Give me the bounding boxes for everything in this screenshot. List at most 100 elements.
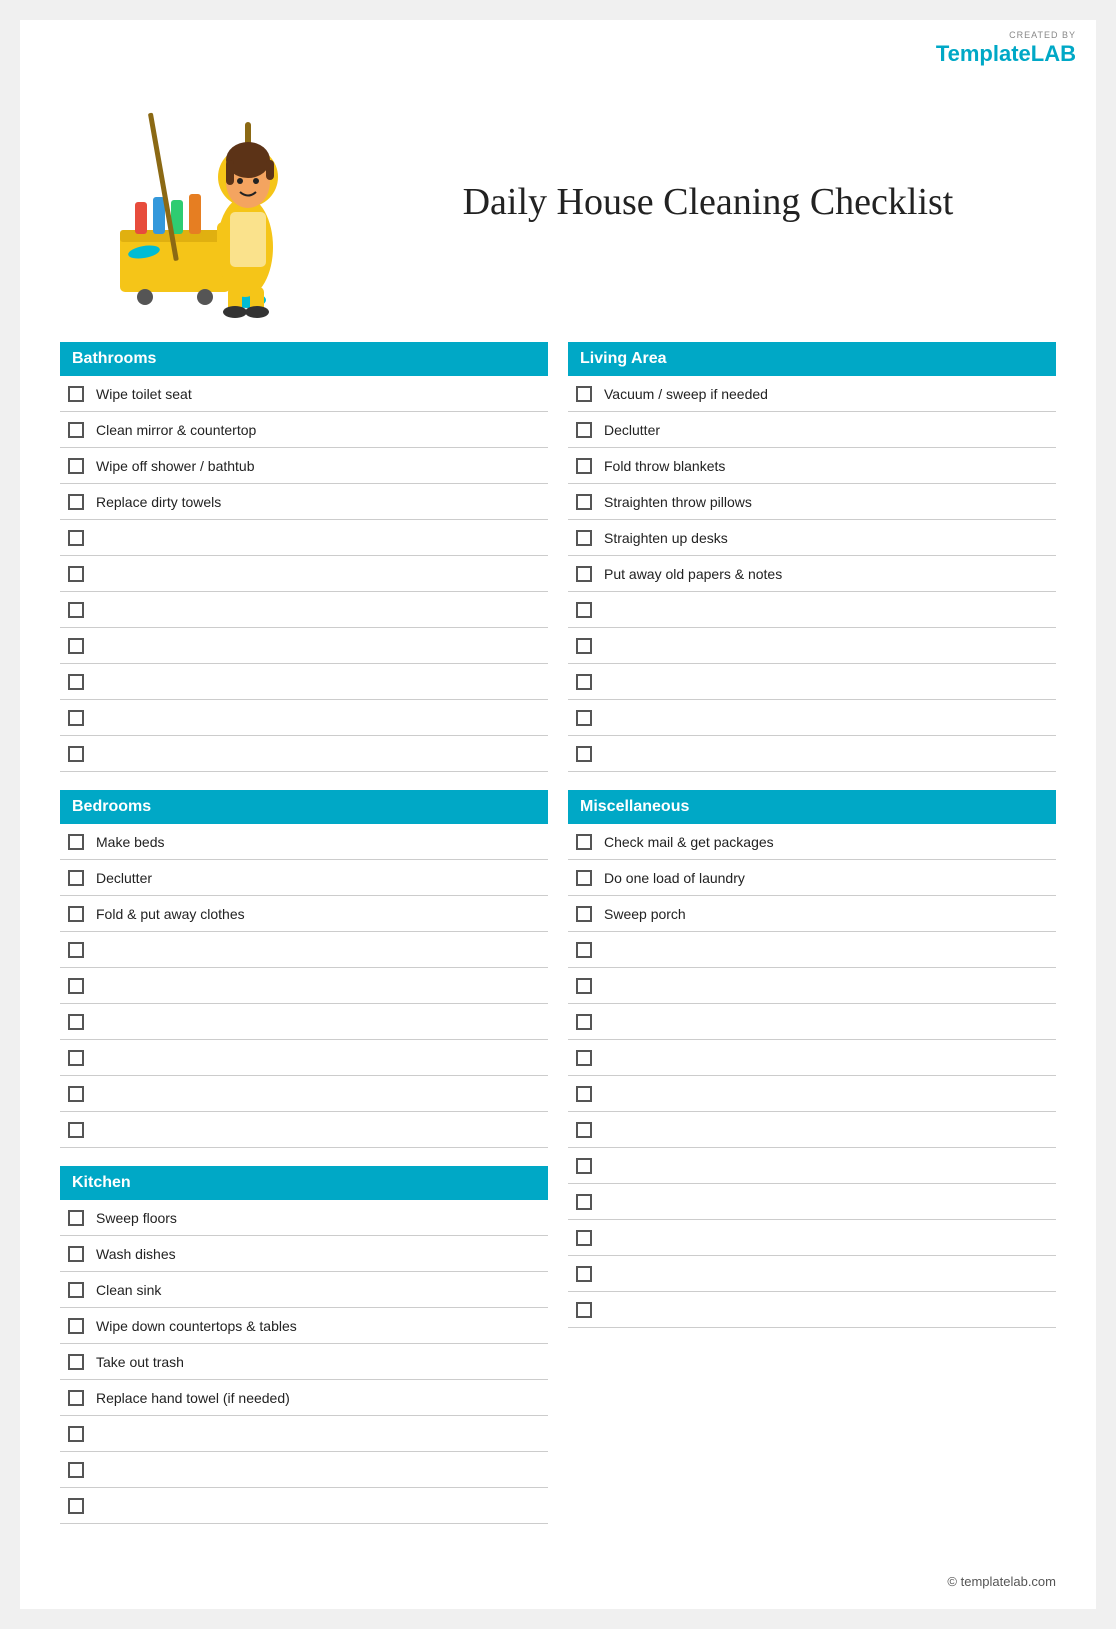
list-item[interactable]: Sweep porch bbox=[568, 896, 1056, 932]
list-item[interactable] bbox=[568, 1040, 1056, 1076]
list-item[interactable] bbox=[60, 628, 548, 664]
list-item[interactable]: Check mail & get packages bbox=[568, 824, 1056, 860]
list-item[interactable] bbox=[568, 1148, 1056, 1184]
checkbox[interactable] bbox=[68, 1210, 84, 1226]
checkbox[interactable] bbox=[68, 674, 84, 690]
list-item[interactable] bbox=[60, 1076, 548, 1112]
checkbox[interactable] bbox=[68, 746, 84, 762]
checkbox[interactable] bbox=[68, 386, 84, 402]
checkbox[interactable] bbox=[576, 1086, 592, 1102]
checkbox[interactable] bbox=[576, 1014, 592, 1030]
checkbox[interactable] bbox=[576, 746, 592, 762]
list-item[interactable] bbox=[568, 968, 1056, 1004]
checkbox[interactable] bbox=[68, 942, 84, 958]
checkbox[interactable] bbox=[576, 674, 592, 690]
list-item[interactable]: Vacuum / sweep if needed bbox=[568, 376, 1056, 412]
list-item[interactable] bbox=[568, 628, 1056, 664]
list-item[interactable] bbox=[60, 592, 548, 628]
checkbox[interactable] bbox=[68, 870, 84, 886]
checkbox[interactable] bbox=[68, 1014, 84, 1030]
checkbox[interactable] bbox=[68, 422, 84, 438]
list-item[interactable] bbox=[568, 932, 1056, 968]
list-item[interactable]: Wipe down countertops & tables bbox=[60, 1308, 548, 1344]
list-item[interactable] bbox=[568, 592, 1056, 628]
list-item[interactable]: Sweep floors bbox=[60, 1200, 548, 1236]
list-item[interactable] bbox=[60, 556, 548, 592]
checkbox[interactable] bbox=[68, 1354, 84, 1370]
checkbox[interactable] bbox=[576, 494, 592, 510]
checkbox[interactable] bbox=[68, 1390, 84, 1406]
checkbox[interactable] bbox=[576, 834, 592, 850]
checkbox[interactable] bbox=[68, 978, 84, 994]
list-item[interactable] bbox=[568, 1292, 1056, 1328]
checkbox[interactable] bbox=[576, 978, 592, 994]
checkbox[interactable] bbox=[68, 1282, 84, 1298]
checkbox[interactable] bbox=[68, 1246, 84, 1262]
list-item[interactable] bbox=[60, 1040, 548, 1076]
list-item[interactable]: Declutter bbox=[60, 860, 548, 896]
list-item[interactable] bbox=[568, 1256, 1056, 1292]
list-item[interactable]: Clean mirror & countertop bbox=[60, 412, 548, 448]
checkbox[interactable] bbox=[68, 494, 84, 510]
checkbox[interactable] bbox=[68, 1086, 84, 1102]
list-item[interactable]: Straighten throw pillows bbox=[568, 484, 1056, 520]
list-item[interactable] bbox=[60, 736, 548, 772]
list-item[interactable]: Fold & put away clothes bbox=[60, 896, 548, 932]
checkbox[interactable] bbox=[576, 1122, 592, 1138]
checkbox[interactable] bbox=[68, 1462, 84, 1478]
list-item[interactable]: Put away old papers & notes bbox=[568, 556, 1056, 592]
list-item[interactable] bbox=[568, 700, 1056, 736]
list-item[interactable] bbox=[568, 1184, 1056, 1220]
list-item[interactable]: Replace dirty towels bbox=[60, 484, 548, 520]
list-item[interactable]: Do one load of laundry bbox=[568, 860, 1056, 896]
list-item[interactable]: Wash dishes bbox=[60, 1236, 548, 1272]
checkbox[interactable] bbox=[576, 942, 592, 958]
list-item[interactable]: Wipe off shower / bathtub bbox=[60, 448, 548, 484]
checkbox[interactable] bbox=[576, 906, 592, 922]
checkbox[interactable] bbox=[68, 1498, 84, 1514]
checkbox[interactable] bbox=[576, 1230, 592, 1246]
checkbox[interactable] bbox=[68, 1122, 84, 1138]
checkbox[interactable] bbox=[576, 422, 592, 438]
list-item[interactable] bbox=[60, 664, 548, 700]
checkbox[interactable] bbox=[68, 1426, 84, 1442]
list-item[interactable] bbox=[60, 520, 548, 556]
checkbox[interactable] bbox=[68, 638, 84, 654]
checkbox[interactable] bbox=[576, 710, 592, 726]
list-item[interactable]: Make beds bbox=[60, 824, 548, 860]
checkbox[interactable] bbox=[576, 602, 592, 618]
checkbox[interactable] bbox=[576, 1302, 592, 1318]
checkbox[interactable] bbox=[68, 530, 84, 546]
checkbox[interactable] bbox=[576, 386, 592, 402]
checkbox[interactable] bbox=[68, 906, 84, 922]
list-item[interactable] bbox=[568, 1112, 1056, 1148]
list-item[interactable] bbox=[568, 1076, 1056, 1112]
checkbox[interactable] bbox=[576, 638, 592, 654]
checkbox[interactable] bbox=[68, 566, 84, 582]
checkbox[interactable] bbox=[576, 1158, 592, 1174]
list-item[interactable]: Fold throw blankets bbox=[568, 448, 1056, 484]
checkbox[interactable] bbox=[576, 458, 592, 474]
list-item[interactable] bbox=[60, 1112, 548, 1148]
checkbox[interactable] bbox=[68, 458, 84, 474]
checkbox[interactable] bbox=[68, 710, 84, 726]
checkbox[interactable] bbox=[576, 566, 592, 582]
checkbox[interactable] bbox=[576, 530, 592, 546]
list-item[interactable] bbox=[60, 700, 548, 736]
list-item[interactable] bbox=[60, 1452, 548, 1488]
checkbox[interactable] bbox=[68, 602, 84, 618]
list-item[interactable] bbox=[60, 1004, 548, 1040]
list-item[interactable] bbox=[568, 736, 1056, 772]
list-item[interactable] bbox=[60, 968, 548, 1004]
list-item[interactable] bbox=[60, 932, 548, 968]
checkbox[interactable] bbox=[68, 1318, 84, 1334]
list-item[interactable]: Declutter bbox=[568, 412, 1056, 448]
checkbox[interactable] bbox=[576, 1266, 592, 1282]
list-item[interactable]: Clean sink bbox=[60, 1272, 548, 1308]
list-item[interactable] bbox=[60, 1488, 548, 1524]
checkbox[interactable] bbox=[576, 1050, 592, 1066]
list-item[interactable] bbox=[568, 1220, 1056, 1256]
list-item[interactable] bbox=[60, 1416, 548, 1452]
checkbox[interactable] bbox=[68, 1050, 84, 1066]
list-item[interactable]: Take out trash bbox=[60, 1344, 548, 1380]
